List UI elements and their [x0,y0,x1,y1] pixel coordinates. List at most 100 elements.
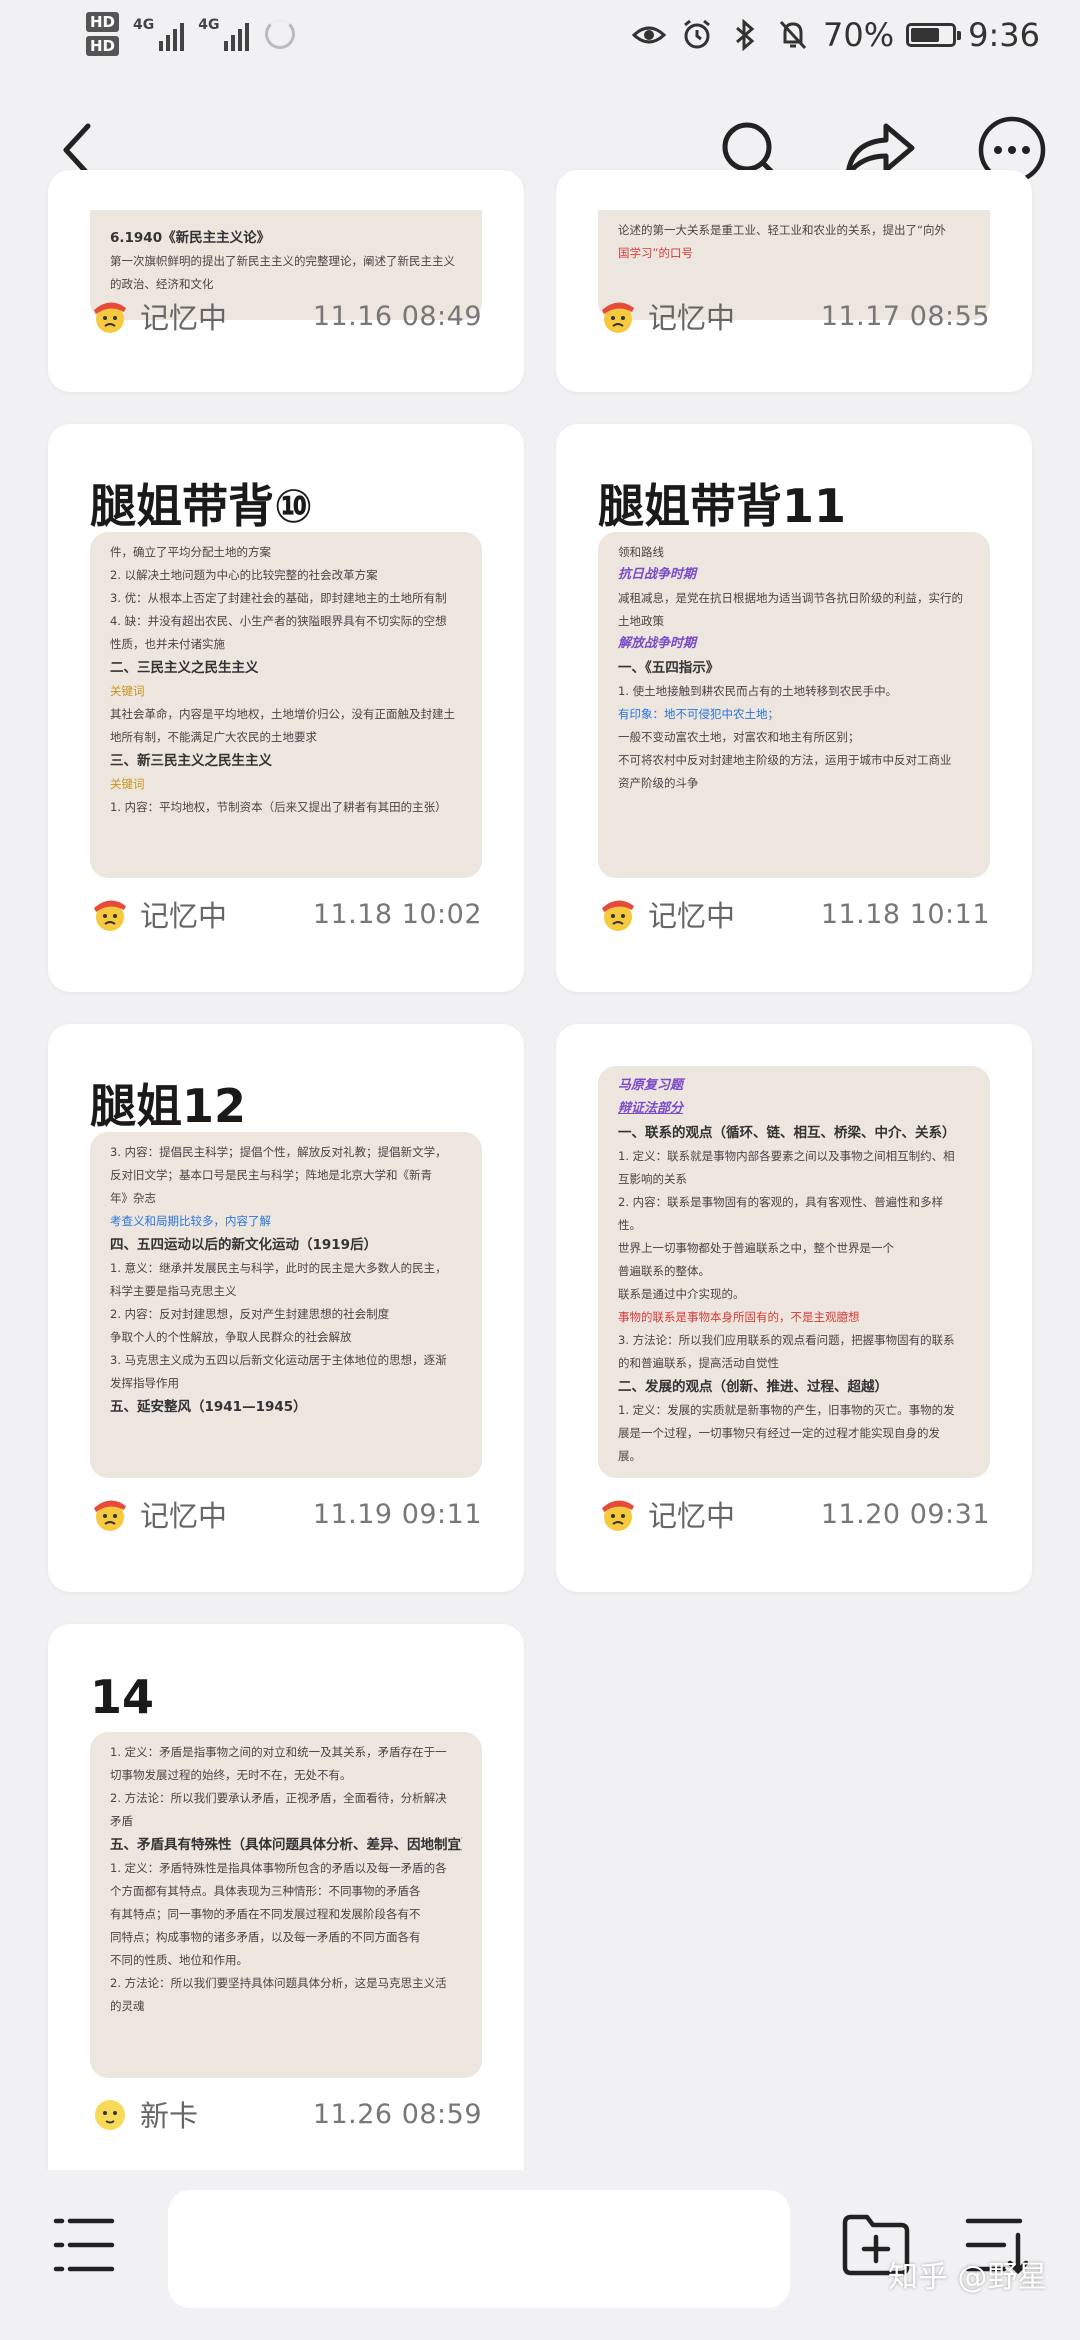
thumb-line: 6.1940《新民主主义论》 [110,230,271,246]
card-6[interactable]: 14 1. 定义：矛盾是指事物之间的对立和统一及其关系，矛盾存在于一 切事物发展… [48,1624,524,2224]
memorizing-avatar-icon [90,298,130,334]
thumb-line: 的政治、经济和文化 [110,277,214,291]
bluetooth-icon [727,17,763,53]
status-bar-right: 70% 9:36 [631,16,1040,54]
card-meta: 记忆中 11.16 08:49 [90,294,482,338]
thumb-line: 3. 优：从根本上否定了封建社会的基础，即封建地主的土地所有制 [110,591,447,605]
card-meta: 记忆中 11.18 10:11 [598,892,990,936]
thumb-line: 互影响的关系 [618,1172,687,1186]
card-meta: 记忆中 11.18 10:02 [90,892,482,936]
card-0[interactable]: 6.1940《新民主主义论》 第一次旗帜鲜明的提出了新民主主义的完整理论，阐述了… [48,170,524,392]
thumb-line: 二、三民主义之民生主义 [110,660,259,676]
thumb-line: 科学主要是指马克思主义 [110,1284,237,1298]
card-thumbnail: 马原复习题 辩证法部分 一、联系的观点（循环、链、相互、桥梁、中介、关系） 1.… [598,1066,990,1478]
card-thumbnail: 件，确立了平均分配土地的方案 2. 以解决土地问题为中心的比较完整的社会改革方案… [90,532,482,878]
thumb-line: 2. 内容：反对封建思想，反对产生封建思想的社会制度 [110,1307,390,1321]
memorizing-avatar-icon [598,298,638,334]
card-date: 11.20 09:31 [820,1498,990,1530]
thumb-line: 2. 以解决土地问题为中心的比较完整的社会改革方案 [110,568,378,582]
card-status: 记忆中 [140,899,228,933]
card-date: 11.18 10:02 [312,898,482,930]
thumb-line: 一、联系的观点（循环、链、相互、桥梁、中介、关系） [618,1125,956,1141]
card-meta: 记忆中 11.17 08:55 [598,294,990,338]
card-status: 新卡 [140,2099,199,2133]
thumb-line: 联系是通过中介实现的。 [618,1287,745,1301]
thumb-line: 发挥指导作用 [110,1376,179,1390]
card-status: 记忆中 [648,301,736,335]
card-5[interactable]: 马原复习题 辩证法部分 一、联系的观点（循环、链、相互、桥梁、中介、关系） 1.… [556,1024,1032,1592]
thumb-line: 1. 意义：继承并发展民主与科学，此时的民主是大多数人的民主， [110,1261,447,1275]
thumb-line: 性。 [618,1218,641,1232]
new-card-avatar-icon [90,2096,130,2132]
card-1[interactable]: 论述的第一大关系是重工业、轻工业和农业的关系，提出了“向外 国学习”的口号 记忆… [556,170,1032,392]
status-bar: HD HD 4G 4G 70% 9:36 [0,0,1080,80]
memorizing-avatar-icon [90,1496,130,1532]
thumb-line: 争取个人的个性解放，争取人民群众的社会解放 [110,1330,352,1344]
thumb-line: 地所有制，不能满足广大农民的土地要求 [110,730,317,744]
hd-badge-2: HD [86,36,120,56]
thumb-line: 马原复习题 [618,1078,684,1093]
thumb-line: 事物的联系是事物本身所固有的，不是主观臆想 [618,1310,860,1324]
thumb-line: 四、五四运动以后的新文化运动（1919后） [110,1237,378,1253]
clock: 9:36 [968,16,1040,54]
thumb-line: 五、延安整风（1941—1945） [110,1399,307,1415]
thumb-line: 关键词 [110,777,145,791]
card-4[interactable]: 腿姐12 3. 内容：提倡民主科学；提倡个性，解放反对礼教；提倡新文学， 反对旧… [48,1024,524,1592]
thumb-line: 2. 内容：联系是事物固有的客观的，具有客观性、普遍性和多样 [618,1195,944,1209]
thumb-line: 3. 内容：提倡民主科学；提倡个性，解放反对礼教；提倡新文学， [110,1145,447,1159]
card-thumbnail: 领和路线 抗日战争时期 减租减息，是党在抗日根据地为适当调节各抗日阶级的利益，实… [598,532,990,878]
thumb-line: 考查义和局期比较多，内容了解 [110,1214,271,1228]
thumb-line: 1. 内容：平均地权，节制资本（后来又提出了耕者有其田的主张） [110,800,447,814]
battery-level [911,28,940,42]
thumb-line: 2. 方法论：所以我们要坚持具体问题具体分析，这是马克思主义活 [110,1976,447,1990]
thumb-line: 的和普遍联系，提高活动自觉性 [618,1356,779,1370]
card-meta: 新卡 11.26 08:59 [90,2092,482,2136]
thumb-line: 资产阶级的斗争 [618,776,699,790]
thumb-line: 1. 定义：矛盾特殊性是指具体事物所包含的矛盾以及每一矛盾的各 [110,1861,447,1875]
thumb-line: 的灵魂 [110,1999,145,2013]
memorizing-avatar-icon [598,896,638,932]
thumb-line: 反对旧文学；基本口号是民主与科学；阵地是北京大学和《新青 [110,1168,432,1182]
list-menu-icon [53,2218,115,2272]
thumb-line: 1. 定义：联系就是事物内部各要素之间以及事物之间相互制约、相 [618,1149,955,1163]
card-title: 腿姐带背⑩ [90,479,313,533]
mute-bell-icon [775,17,811,53]
memorizing-avatar-icon [90,896,130,932]
thumb-line: 世界上一切事物都处于普遍联系之中，整个世界是一个 [618,1241,894,1255]
thumb-line: 一般不变动富农土地，对富农和地主有所区别； [618,730,860,744]
thumb-line: 有印象：地不可侵犯中农土地； [618,707,779,721]
thumb-line: 辩证法部分 [618,1101,684,1116]
thumb-line: 2. 方法论：所以我们要承认矛盾，正视矛盾，全面看待，分析解决 [110,1791,447,1805]
card-3[interactable]: 腿姐带背11 领和路线 抗日战争时期 减租减息，是党在抗日根据地为适当调节各抗日… [556,424,1032,992]
network-type-1: 4G [133,17,155,33]
thumb-line: 3. 方法论：所以我们应用联系的观点看问题，把握事物固有的联系 [618,1333,955,1347]
thumb-line: 不可将农村中反对封建地主阶级的方法，运用于城市中反对工商业 [618,753,952,767]
thumb-line: 不同的性质、地位和作用。 [110,1953,248,1967]
card-thumbnail: 1. 定义：矛盾是指事物之间的对立和统一及其关系，矛盾存在于一 切事物发展过程的… [90,1732,482,2078]
card-meta: 记忆中 11.20 09:31 [598,1492,990,1536]
card-date: 11.17 08:55 [820,300,990,332]
thumb-line: 解放战争时期 [618,636,697,651]
card-meta: 记忆中 11.19 09:11 [90,1492,482,1536]
card-2[interactable]: 腿姐带背⑩ 件，确立了平均分配土地的方案 2. 以解决土地问题为中心的比较完整的… [48,424,524,992]
card-status: 记忆中 [140,1499,228,1533]
hd-indicators: HD HD [86,12,120,56]
thumb-line: 一、《五四指示》 [618,660,720,676]
thumb-line: 三、新三民主义之民生主义 [110,753,272,769]
watermark: 知乎 @野星 [888,2260,1048,2295]
menu-button[interactable] [44,2200,124,2290]
signal-icon-2: 4G [198,17,250,51]
thumb-line: 件，确立了平均分配土地的方案 [110,545,271,559]
card-date: 11.19 09:11 [312,1498,482,1530]
thumb-line: 普遍联系的整体。 [618,1264,710,1278]
thumb-line: 1. 定义：矛盾是指事物之间的对立和统一及其关系，矛盾存在于一 [110,1745,447,1759]
thumb-line: 4. 缺：并没有超出农民、小生产者的狭隘眼界具有不切实际的空想 [110,614,447,628]
thumb-line: 土地政策 [618,614,664,628]
loading-icon [265,19,296,49]
quick-input-bar[interactable] [168,2190,790,2308]
thumb-line: 五、矛盾具有特殊性（具体问题具体分析、差异、因地制宜） [110,1837,462,1853]
thumb-line: 展是一个过程，一切事物只有经过一定的过程才能实现自身的发 [618,1426,940,1440]
thumb-line: 国学习”的口号 [618,246,693,260]
card-status: 记忆中 [648,899,736,933]
alarm-icon [679,17,715,53]
